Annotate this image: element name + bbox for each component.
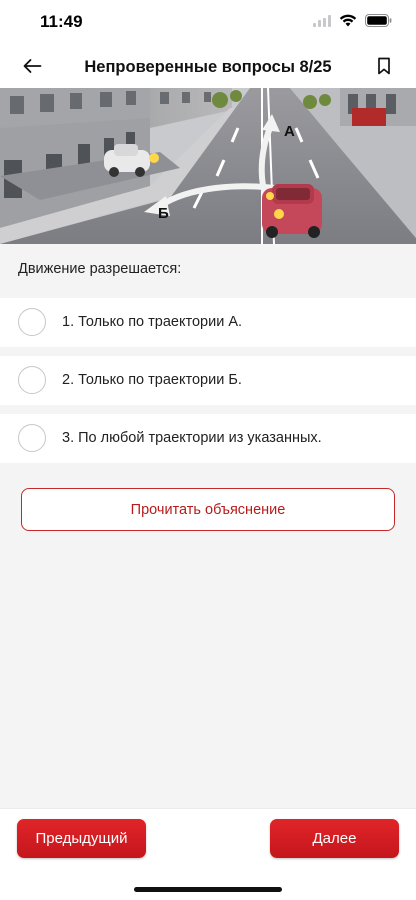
radio-button[interactable] <box>18 424 46 452</box>
home-indicator[interactable] <box>134 887 282 892</box>
answer-text: 3. По любой траектории из указанных. <box>62 430 322 446</box>
radio-button[interactable] <box>18 366 46 394</box>
answer-option-1[interactable]: 1. Только по траектории А. <box>0 298 416 347</box>
question-text: Движение разрешается: <box>18 261 182 277</box>
status-icons <box>313 14 392 32</box>
nav-bar: Непроверенные вопросы 8/25 <box>0 46 416 90</box>
answer-option-3[interactable]: 3. По любой траектории из указанных. <box>0 414 416 463</box>
question-image: А Б <box>0 88 416 244</box>
previous-button[interactable]: Предыдущий <box>17 819 146 858</box>
cellular-icon <box>313 14 331 32</box>
radio-button[interactable] <box>18 308 46 336</box>
question: Движение разрешается: <box>0 244 416 294</box>
trajectory-label-a: А <box>284 123 295 140</box>
battery-icon <box>365 14 392 32</box>
bottom-bar: Предыдущий Далее <box>0 808 416 900</box>
bookmark-icon <box>377 57 391 80</box>
status-bar: 11:49 <box>0 0 416 46</box>
back-button[interactable] <box>18 54 46 82</box>
next-button[interactable]: Далее <box>270 819 399 858</box>
answer-option-2[interactable]: 2. Только по траектории Б. <box>0 356 416 405</box>
back-arrow-icon <box>22 58 42 79</box>
page-title: Непроверенные вопросы 8/25 <box>84 58 332 76</box>
bookmark-button[interactable] <box>370 54 398 82</box>
trajectory-label-b: Б <box>158 205 169 222</box>
wifi-icon <box>339 14 357 32</box>
read-explanation-button[interactable]: Прочитать объяснение <box>21 488 395 531</box>
answer-text: 2. Только по траектории Б. <box>62 372 242 388</box>
status-time: 11:49 <box>40 12 83 31</box>
answer-text: 1. Только по траектории А. <box>62 314 243 330</box>
